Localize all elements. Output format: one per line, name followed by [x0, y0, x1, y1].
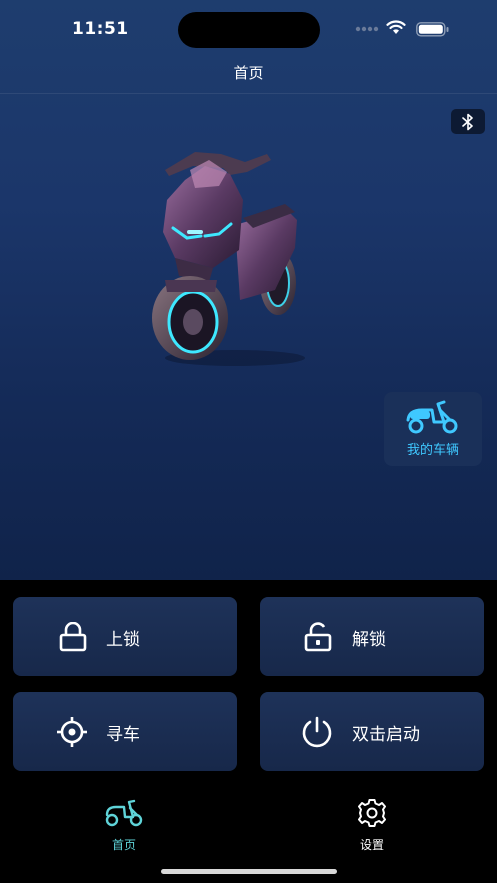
lock-icon: [59, 622, 87, 652]
find-vehicle-button[interactable]: 寻车: [13, 692, 237, 771]
find-vehicle-label: 寻车: [106, 725, 140, 745]
status-time: 11:51: [72, 19, 129, 39]
power-icon: [302, 716, 332, 748]
wifi-icon: [386, 20, 406, 34]
my-vehicle-label: 我的车辆: [406, 443, 459, 458]
gear-icon: [358, 799, 386, 827]
vehicle-display-area: 11:51 首页 我的车辆: [0, 0, 497, 580]
bluetooth-icon: [462, 113, 473, 130]
start-button[interactable]: 双击启动: [260, 692, 484, 771]
start-label: 双击启动: [352, 725, 420, 745]
lock-label: 上锁: [106, 630, 140, 650]
status-bar: 11:51: [0, 0, 497, 56]
tab-home-label: 首页: [111, 838, 136, 852]
unlock-button[interactable]: 解锁: [260, 597, 484, 676]
scooter-icon: [406, 400, 458, 434]
battery-icon: [416, 22, 449, 37]
scooter-tab-icon: [105, 799, 143, 827]
unlock-icon: [304, 622, 332, 652]
scooter-image: [152, 152, 305, 366]
nav-divider: [0, 93, 497, 94]
tab-settings-label: 设置: [359, 838, 384, 852]
bluetooth-button[interactable]: [451, 109, 485, 134]
home-indicator: [161, 869, 337, 874]
dynamic-island: [178, 12, 320, 48]
page-title: 首页: [233, 64, 264, 82]
app-screen: 11:51 首页 我的车辆 上锁 解锁 寻车 双击启动 首页 设置: [0, 0, 497, 883]
unlock-label: 解锁: [352, 630, 386, 650]
my-vehicle-button[interactable]: 我的车辆: [384, 392, 482, 466]
tab-settings[interactable]: 设置: [332, 798, 412, 853]
lock-button[interactable]: 上锁: [13, 597, 237, 676]
cellular-signal-icon: [355, 26, 379, 32]
tab-home[interactable]: 首页: [84, 798, 164, 853]
locate-target-icon: [57, 717, 87, 747]
